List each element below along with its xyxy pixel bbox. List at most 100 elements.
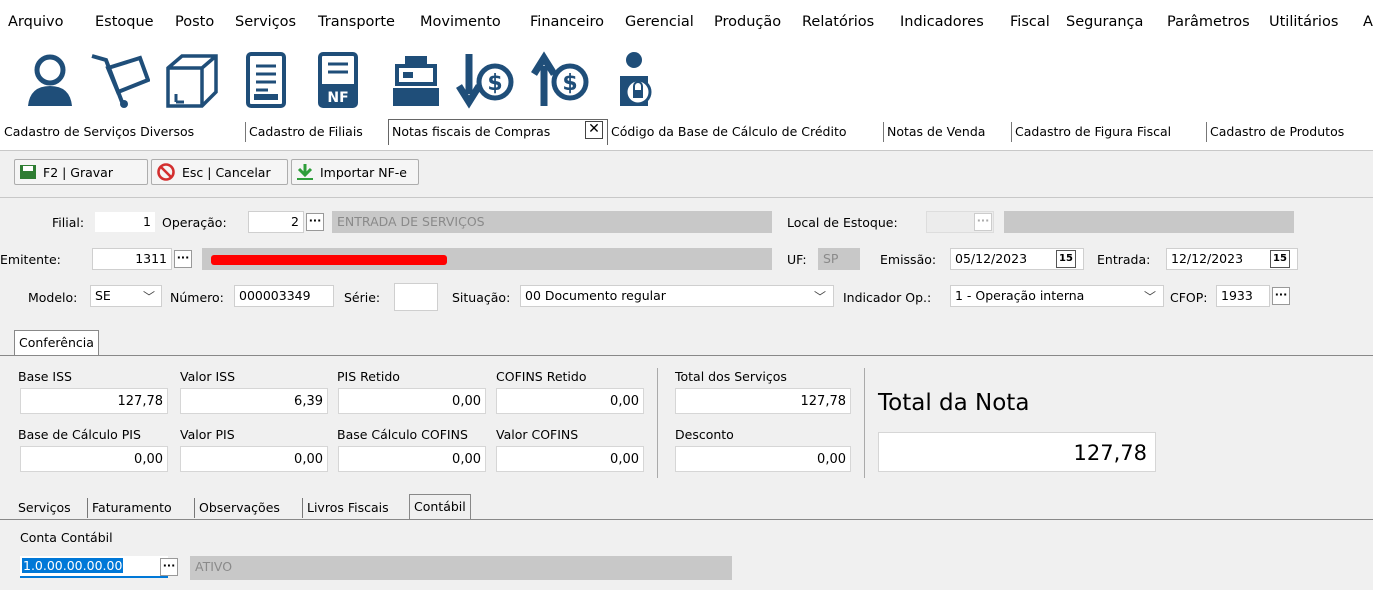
import-nfe-button[interactable]: Importar NF-e [291,159,419,185]
document-tabs: Cadastro de Serviços Diversos Cadastro d… [0,118,1373,146]
money-out-icon[interactable]: $ [530,50,592,110]
tab-separator [302,498,303,518]
tab-notas-venda[interactable]: Notas de Venda [887,124,985,139]
tab-cadastro-servicos[interactable]: Cadastro de Serviços Diversos [4,124,194,139]
cancel-icon [157,163,175,181]
menu-relatorios[interactable]: Relatórios [802,14,874,30]
entrada-calendar-icon[interactable]: 15 [1270,250,1290,268]
money-in-icon[interactable]: $ [455,50,517,110]
cfop-label: CFOP: [1170,290,1208,305]
cancel-button[interactable]: Esc | Cancelar [151,159,288,185]
cfop-lookup-button[interactable]: ··· [1272,287,1290,305]
modelo-label: Modelo: [28,290,78,305]
floppy-disk-icon [20,165,36,179]
operacao-field[interactable]: 2 [248,211,304,233]
panel-divider [657,368,658,478]
menu-utilitarios[interactable]: Utilitários [1269,14,1338,30]
tab-cadastro-produtos[interactable]: Cadastro de Produtos [1210,124,1344,139]
valor-pis-field[interactable]: 0,00 [180,446,328,472]
tab-contabil[interactable]: Contábil [409,494,471,520]
emitente-label: Emitente: [0,252,61,267]
import-nfe-label: Importar NF-e [320,164,407,180]
emitente-lookup-button[interactable]: ··· [174,250,192,268]
cart-icon[interactable] [88,50,151,110]
tab-cadastro-figura-fiscal[interactable]: Cadastro de Figura Fiscal [1015,124,1171,139]
menu-seguranca[interactable]: Segurança [1066,14,1143,30]
menu-indicadores[interactable]: Indicadores [900,14,984,30]
tab-observacoes[interactable]: Observações [199,500,280,515]
menu-financeiro[interactable]: Financeiro [530,14,604,30]
tab-divider [0,519,1373,520]
tab-separator [1011,122,1012,142]
conta-contabil-field[interactable]: 1.0.00.00.00.00 [20,556,168,578]
cash-register-icon[interactable] [385,50,447,110]
menu-more[interactable]: A [1363,14,1373,30]
menu-movimento[interactable]: Movimento [420,14,501,30]
document-icon[interactable] [238,50,300,110]
tab-separator [1206,122,1207,142]
menu-posto[interactable]: Posto [175,14,214,30]
cofins-retido-field[interactable]: 0,00 [496,388,644,414]
box-icon[interactable] [160,50,222,110]
save-button-label: F2 | Gravar [43,164,113,180]
base-cofins-field[interactable]: 0,00 [338,446,486,472]
operacao-lookup-button[interactable]: ··· [306,213,324,231]
serie-label: Série: [344,290,381,305]
svg-text:$: $ [487,71,502,96]
valor-cofins-field[interactable]: 0,00 [496,446,644,472]
base-pis-field[interactable]: 0,00 [20,446,168,472]
cancel-button-label: Esc | Cancelar [182,164,271,180]
desconto-field[interactable]: 0,00 [675,446,851,472]
conta-contabil-description: ATIVO [190,556,732,580]
tab-livros-fiscais[interactable]: Livros Fiscais [307,500,389,515]
numero-label: Número: [170,290,224,305]
filial-field[interactable]: 1 [94,211,156,233]
pis-retido-field[interactable]: 0,00 [338,388,486,414]
tab-conferencia[interactable]: Conferência [14,330,99,356]
total-servicos-field[interactable]: 127,78 [675,388,851,414]
lock-user-icon[interactable] [610,50,672,110]
menu-gerencial[interactable]: Gerencial [625,14,694,30]
menu-transporte[interactable]: Transporte [318,14,395,30]
emitente-field[interactable]: 1311 [92,248,172,270]
local-estoque-lookup-button[interactable]: ··· [974,213,992,231]
valor-iss-label: Valor ISS [180,369,236,384]
chevron-down-icon: ﹀ [1144,290,1157,304]
cofins-retido-label: COFINS Retido [496,369,587,384]
tab-servicos[interactable]: Serviços [18,500,71,515]
nfe-document-icon[interactable]: NF [310,50,372,110]
tab-separator [194,498,195,518]
base-iss-field[interactable]: 127,78 [20,388,168,414]
valor-pis-label: Valor PIS [180,427,235,442]
indicador-op-select[interactable]: 1 - Operação interna [950,285,1164,307]
local-estoque-label: Local de Estoque: [787,215,898,230]
menu-producao[interactable]: Produção [714,14,781,30]
serie-field[interactable] [394,283,438,311]
conta-contabil-lookup-button[interactable]: ··· [160,558,178,576]
menu-servicos[interactable]: Serviços [235,14,296,30]
cfop-field[interactable]: 1933 [1216,285,1270,307]
tab-codigo-base-credito[interactable]: Código da Base de Cálculo de Crédito [611,124,847,139]
valor-iss-field[interactable]: 6,39 [180,388,328,414]
menu-fiscal[interactable]: Fiscal [1010,14,1050,30]
situacao-select[interactable]: 00 Documento regular [520,285,834,307]
tab-close-button[interactable]: ✕ [585,121,603,139]
menu-parametros[interactable]: Parâmetros [1167,14,1250,30]
total-servicos-label: Total dos Serviços [675,369,787,384]
chevron-down-icon: ﹀ [143,290,156,304]
menu-arquivo[interactable]: Arquivo [8,14,64,30]
tab-faturamento[interactable]: Faturamento [92,500,172,515]
menu-estoque[interactable]: Estoque [95,14,154,30]
total-nota-field: 127,78 [878,432,1156,472]
panel-divider [864,368,865,478]
emissao-calendar-icon[interactable]: 15 [1056,250,1076,268]
numero-field[interactable]: 000003349 [234,285,334,307]
save-button[interactable]: F2 | Gravar [14,159,148,185]
entrada-label: Entrada: [1097,252,1151,267]
conferencia-panel: Conferência Base ISS 127,78 Valor ISS 6,… [0,324,1373,494]
tab-cadastro-filiais[interactable]: Cadastro de Filiais [249,124,363,139]
svg-text:$: $ [562,71,577,96]
tab-notas-fiscais-compras[interactable]: Notas fiscais de Compras [392,124,550,139]
svg-text:NF: NF [327,90,348,106]
user-icon[interactable] [20,50,82,110]
